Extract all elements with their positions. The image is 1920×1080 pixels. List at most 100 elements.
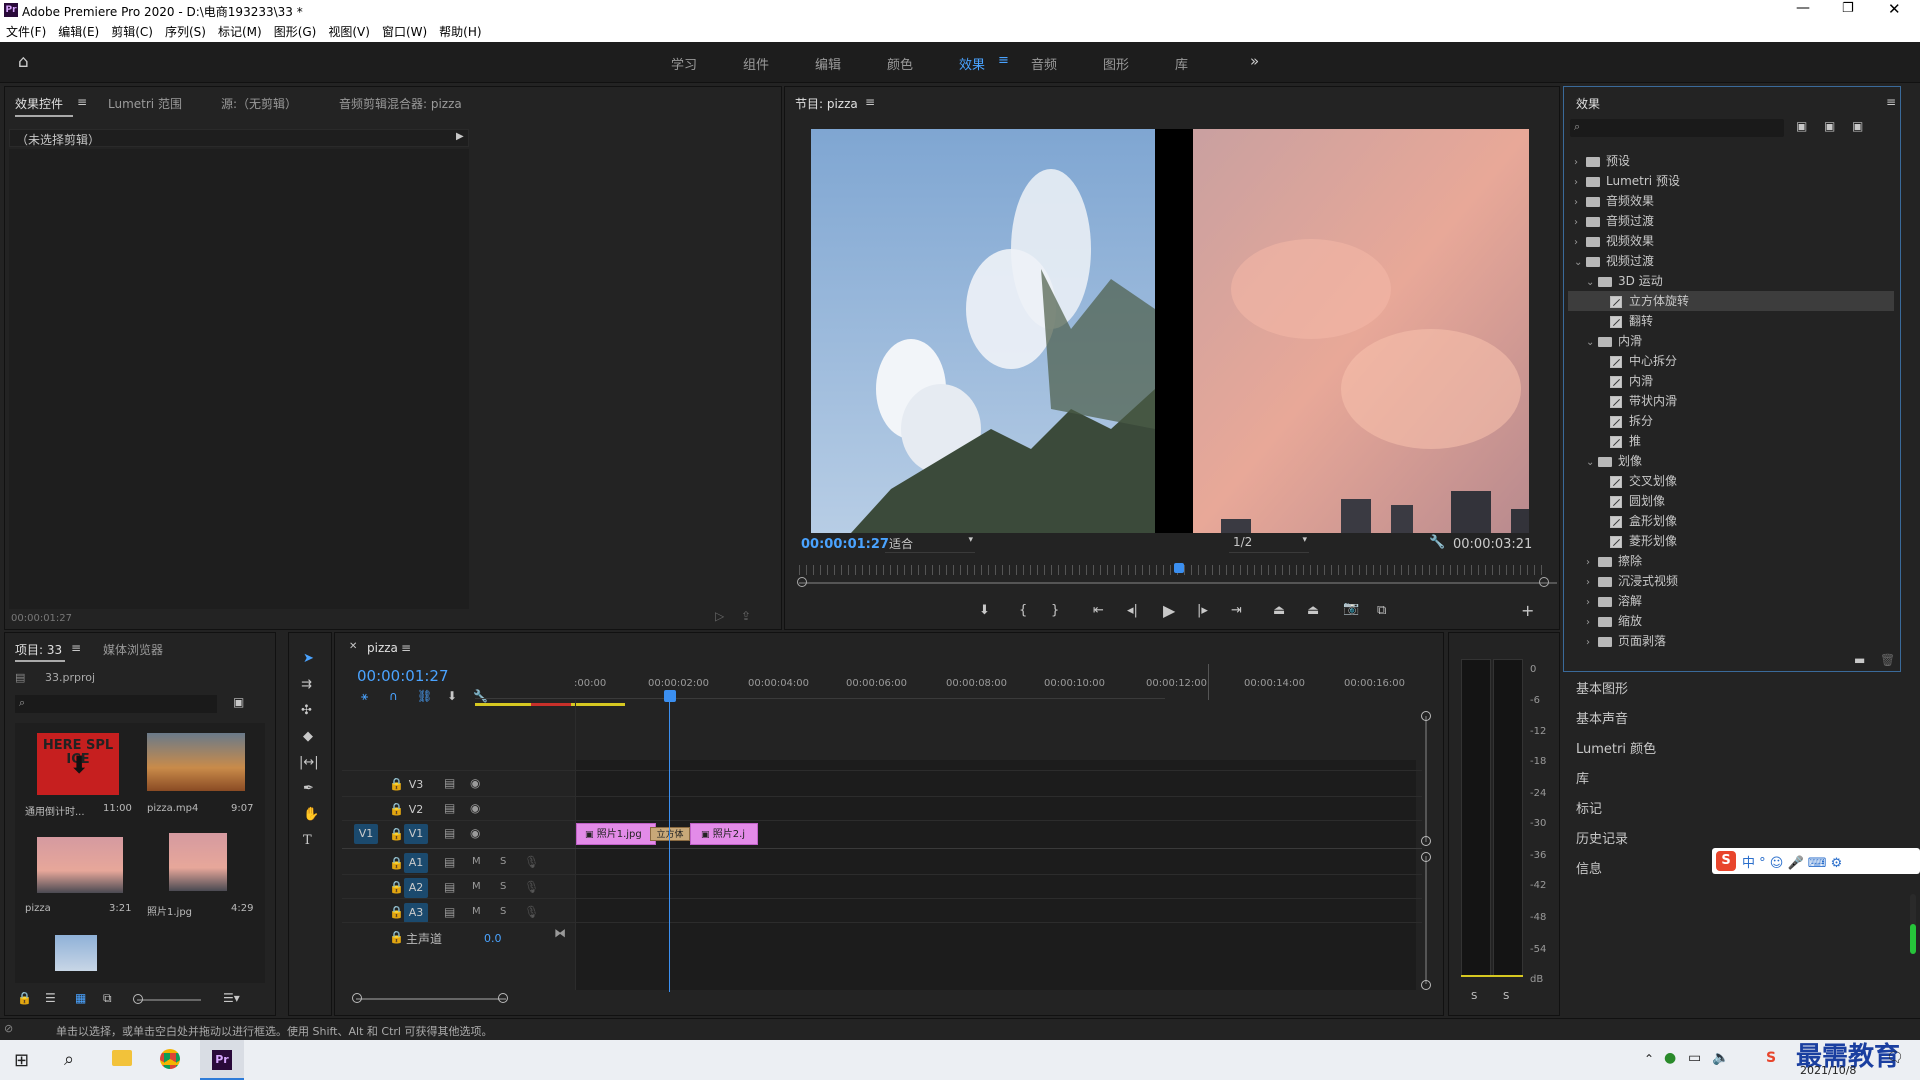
lock-icon[interactable]: 🔒 <box>389 930 404 944</box>
export-icon[interactable]: ⇪ <box>741 609 751 623</box>
tab-project[interactable]: 项目: 33 <box>15 641 62 658</box>
go-to-next-icon[interactable]: ⧓ <box>554 926 566 940</box>
delete-icon[interactable]: 🗑 <box>1880 653 1895 667</box>
go-to-out-icon[interactable]: ⇥ <box>1231 603 1242 618</box>
close-sequence-icon[interactable]: ✕ <box>349 641 357 652</box>
workspace-graphics[interactable]: 图形 <box>1103 54 1129 73</box>
mute-button[interactable]: M <box>472 881 481 892</box>
effect-folder[interactable]: › Lumetri 预设 <box>1568 171 1894 191</box>
file-explorer-icon[interactable] <box>112 1050 132 1066</box>
workspace-effects[interactable]: 效果 <box>959 54 985 73</box>
side-libraries[interactable]: 库 <box>1576 768 1589 787</box>
workspace-menu-icon[interactable]: ≡ <box>998 53 1009 68</box>
sync-lock-icon[interactable]: ▤ <box>444 905 455 919</box>
expand-arrow-icon[interactable]: ▶ <box>456 131 464 142</box>
mic-icon[interactable]: 🎙 <box>524 855 539 869</box>
transition-cube-spin[interactable]: 立方体 <box>650 827 690 841</box>
add-marker-icon[interactable]: ⬇ <box>979 603 990 618</box>
network-icon[interactable]: ▭ <box>1688 1050 1701 1066</box>
eye-icon[interactable]: ◉ <box>470 826 480 840</box>
program-scrub-ruler[interactable] <box>799 565 1547 575</box>
side-history[interactable]: 历史记录 <box>1576 828 1628 847</box>
tray-chevron-icon[interactable]: ⌃ <box>1644 1052 1654 1066</box>
menu-clip[interactable]: 剪辑(C) <box>105 22 159 42</box>
effect-item[interactable]: 立方体旋转 <box>1568 291 1894 311</box>
workspace-libraries[interactable]: 库 <box>1175 54 1188 73</box>
thumb-countdown[interactable]: HERE SPLICE ⬇ <box>37 733 119 795</box>
lift-icon[interactable]: ⏏ <box>1273 603 1285 618</box>
solo-button[interactable]: S <box>500 856 506 867</box>
menu-marker[interactable]: 标记(M) <box>212 22 268 42</box>
export-frame-icon[interactable]: 📷 <box>1343 601 1359 616</box>
track-v2-label[interactable]: V2 <box>404 800 428 820</box>
track-v1-label[interactable]: V1 <box>404 824 428 844</box>
program-playhead[interactable] <box>1174 563 1184 573</box>
effect-folder[interactable]: › 预设 <box>1568 151 1894 171</box>
comparison-view-icon[interactable]: ⧉ <box>1377 603 1386 618</box>
lock-icon[interactable]: 🔒 <box>389 880 404 894</box>
mark-in-icon[interactable]: { <box>1019 603 1027 618</box>
chevron-right-icon[interactable]: › <box>1586 573 1598 593</box>
timeline-timecode[interactable]: 00:00:01:27 <box>357 667 449 685</box>
solo-button[interactable]: S <box>500 906 506 917</box>
icon-view-icon[interactable]: ▦ <box>75 991 86 1005</box>
track-v3-label[interactable]: V3 <box>404 775 428 795</box>
windows-start-icon[interactable]: ⊞ <box>14 1050 29 1071</box>
horizontal-scrollbar[interactable] <box>356 998 506 1000</box>
fit-dropdown[interactable]: 适合 ▾ <box>885 535 975 553</box>
sync-lock-icon[interactable]: ▤ <box>444 826 455 840</box>
freeform-view-icon[interactable]: ⧉ <box>103 991 112 1006</box>
scroll-handle-right[interactable] <box>498 993 508 1003</box>
effects-search-input[interactable]: ⌕ <box>1570 119 1784 137</box>
selection-tool-icon[interactable]: ➤ <box>303 651 314 666</box>
32bit-effects-icon[interactable]: ▣ <box>1824 119 1835 133</box>
sequence-menu-icon[interactable]: ≡ <box>401 641 411 655</box>
effect-folder[interactable]: ⌄ 3D 运动 <box>1568 271 1894 291</box>
step-forward-icon[interactable]: |▸ <box>1197 603 1208 618</box>
panel-menu-icon[interactable]: ≡ <box>77 95 87 109</box>
search-icon[interactable]: ⌕ <box>64 1049 74 1070</box>
thumb-pizza-mp4[interactable] <box>147 733 245 791</box>
zoom-slider[interactable] <box>137 999 201 1001</box>
vscroll-handle[interactable] <box>1421 836 1431 846</box>
chevron-right-icon[interactable]: › <box>1574 233 1586 253</box>
new-bin-icon[interactable]: ▬ <box>1854 653 1865 667</box>
thumb-pizza-seq[interactable] <box>37 837 123 893</box>
tray-app-icon[interactable]: ● <box>1664 1050 1676 1066</box>
vscroll-handle[interactable] <box>1421 852 1431 862</box>
lock-icon[interactable]: 🔒 <box>389 905 404 919</box>
play-icon[interactable]: ▶ <box>1163 601 1175 620</box>
effect-item[interactable]: 带状内滑 <box>1568 391 1894 411</box>
track-a1-label[interactable]: A1 <box>404 853 428 873</box>
menu-window[interactable]: 窗口(W) <box>376 22 433 42</box>
tab-media-browser[interactable]: 媒体浏览器 <box>103 641 163 658</box>
menu-view[interactable]: 视图(V) <box>322 22 376 42</box>
accelerated-effects-icon[interactable]: ▣ <box>1796 119 1807 133</box>
mute-button[interactable]: M <box>472 856 481 867</box>
chevron-right-icon[interactable]: › <box>1574 193 1586 213</box>
effect-folder[interactable]: ⌄ 内滑 <box>1568 331 1894 351</box>
workspace-assembly[interactable]: 组件 <box>743 54 769 73</box>
add-marker-icon[interactable]: ⬇ <box>447 689 457 703</box>
chevron-right-icon[interactable]: › <box>1574 213 1586 233</box>
go-to-in-icon[interactable]: ⇤ <box>1093 603 1104 618</box>
sort-icon[interactable]: ☰▾ <box>223 991 240 1005</box>
wrench-icon[interactable]: 🔧 <box>1429 535 1445 550</box>
tab-lumetri-scopes[interactable]: Lumetri 范围 <box>108 95 182 112</box>
chevron-right-icon[interactable]: › <box>1586 633 1598 653</box>
sequence-tab[interactable]: pizza <box>367 641 398 655</box>
track-select-icon[interactable]: ⇉ <box>301 677 312 692</box>
menu-file[interactable]: 文件(F) <box>0 22 52 42</box>
thumb-photo2[interactable] <box>55 935 97 971</box>
slip-tool-icon[interactable]: |↔| <box>299 755 319 770</box>
project-search-input[interactable]: ⌕ <box>15 695 217 713</box>
timeline-playhead-head[interactable] <box>664 690 676 702</box>
list-view-icon[interactable]: ☰ <box>45 991 56 1005</box>
lock-icon[interactable]: 🔒 <box>389 827 404 841</box>
minimize-button[interactable]: — <box>1796 0 1810 16</box>
sync-lock-icon[interactable]: ▤ <box>444 776 455 790</box>
effect-item[interactable]: 菱形划像 <box>1568 531 1894 551</box>
effect-folder[interactable]: › 擦除 <box>1568 551 1894 571</box>
effect-item[interactable]: 盒形划像 <box>1568 511 1894 531</box>
side-markers[interactable]: 标记 <box>1576 798 1602 817</box>
